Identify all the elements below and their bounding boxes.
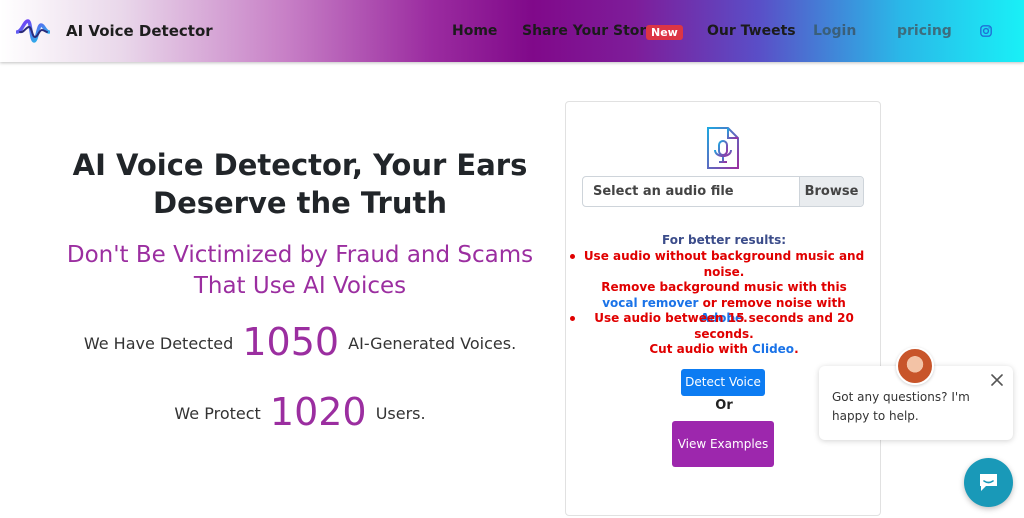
protect-stat: We Protect 1020 Users. [40, 390, 560, 434]
tip2-text-b: or remove noise with [698, 295, 846, 310]
chat-icon [980, 474, 997, 491]
nav-login[interactable]: Login [813, 23, 856, 39]
detected-prefix: We Have Detected [83, 334, 234, 353]
chat-launcher-button[interactable] [964, 458, 1013, 507]
nav-our-tweets[interactable]: Our Tweets [707, 23, 796, 39]
brand-name: AI Voice Detector [66, 22, 213, 40]
tip-bullet [570, 254, 575, 259]
upload-card: Select an audio file Browse For better r… [565, 101, 881, 516]
nav-share-your-story[interactable]: Share Your Story [522, 23, 655, 39]
detect-voice-button[interactable]: Detect Voice [681, 369, 765, 396]
support-avatar [896, 347, 934, 385]
audio-file-input[interactable]: Select an audio file Browse [582, 176, 864, 207]
view-examples-button[interactable]: View Examples [672, 421, 774, 467]
tip-no-background-music: Use audio without background music and n… [583, 249, 865, 279]
tip-cut-audio: Cut audio with Clideo. [582, 342, 866, 358]
nav-home[interactable]: Home [452, 23, 497, 39]
protect-suffix: Users. [375, 404, 426, 423]
browse-button[interactable]: Browse [799, 177, 863, 206]
navbar: AI Voice Detector Home Share Your Story … [0, 0, 1024, 62]
tip2-text-a: Remove background music with this [601, 280, 847, 294]
detected-suffix: AI-Generated Voices. [348, 334, 517, 353]
new-badge: New [646, 25, 683, 40]
close-icon[interactable] [990, 373, 1004, 387]
instagram-icon[interactable] [980, 25, 992, 37]
tips-heading: For better results: [661, 233, 787, 247]
protect-prefix: We Protect [174, 404, 261, 423]
clideo-link[interactable]: Clideo [752, 342, 794, 356]
detected-count: 1050 [242, 320, 340, 364]
tip4-text-a: Cut audio with [649, 342, 753, 356]
hero-title: AI Voice Detector, Your Ears Deserve the… [40, 146, 560, 222]
file-input-label[interactable]: Select an audio file [583, 177, 799, 206]
chat-message: Got any questions? I'm happy to help. [832, 390, 970, 423]
protect-count: 1020 [269, 390, 367, 434]
brand-waveform-icon [16, 19, 50, 43]
nav-pricing[interactable]: pricing [897, 23, 952, 39]
tip4-text-b: . [794, 342, 799, 356]
audio-file-icon [707, 127, 739, 169]
brand[interactable]: AI Voice Detector [16, 15, 213, 47]
tip-audio-length: Use audio between 15 seconds and 20 seco… [594, 311, 854, 341]
hero-subtitle: Don't Be Victimized by Fraud and Scams T… [66, 242, 534, 299]
tip-bullet [570, 316, 575, 321]
detected-stat: We Have Detected 1050 AI-Generated Voice… [40, 320, 560, 364]
hero-title-bold: AI Voice Detector, [72, 148, 363, 182]
vocal-remover-link[interactable]: vocal remover [602, 296, 698, 310]
